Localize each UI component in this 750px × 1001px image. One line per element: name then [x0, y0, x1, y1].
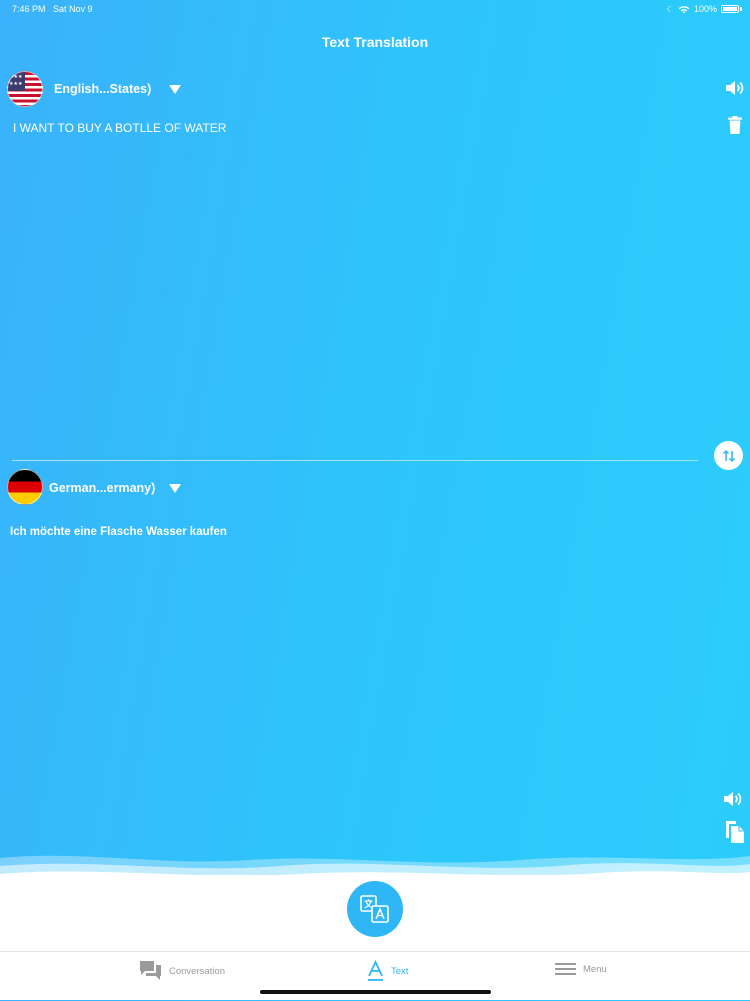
target-language-label[interactable]: German...ermany) — [49, 481, 155, 495]
source-language-dropdown-icon[interactable] — [169, 85, 181, 94]
page-title: Text Translation — [321, 34, 429, 50]
translated-text: Ich möchte eine Flasche Wasser kaufen — [10, 526, 227, 538]
target-language-dropdown-icon[interactable] — [169, 484, 181, 493]
status-time: 7:46 PM Sat Nov 9 — [12, 4, 93, 14]
tab-conversation-label: Conversation — [169, 965, 225, 977]
home-indicator — [260, 990, 491, 994]
tab-menu[interactable]: Menu — [555, 960, 607, 978]
source-speaker-icon[interactable] — [725, 79, 745, 97]
section-divider — [12, 460, 698, 461]
tab-text[interactable]: Text — [367, 960, 408, 982]
target-speaker-icon[interactable] — [723, 790, 743, 808]
germany-flag-icon[interactable] — [7, 469, 43, 505]
battery-percent: 100% — [693, 4, 717, 14]
delete-trash-icon[interactable] — [727, 116, 743, 134]
tab-conversation[interactable]: Conversation — [139, 960, 225, 982]
source-text-input[interactable]: I WANT TO BUY A BOTLLE OF WATER — [13, 121, 226, 135]
wifi-icon — [678, 5, 690, 13]
status-date: Sat Nov 9 — [53, 4, 93, 14]
translate-button[interactable] — [347, 881, 403, 937]
source-language-label[interactable]: English...States) — [54, 82, 151, 96]
swap-arrows-icon — [722, 449, 735, 462]
moon-icon: ☾ — [666, 4, 674, 14]
swap-languages-button[interactable] — [714, 441, 743, 470]
hamburger-menu-icon — [555, 963, 576, 975]
us-flag-icon[interactable] — [7, 71, 43, 107]
tab-text-label: Text — [391, 965, 409, 977]
status-bar: 7:46 PM Sat Nov 9 ☾ 100% — [0, 0, 750, 18]
tab-menu-label: Menu — [583, 963, 607, 975]
status-indicators: ☾ 100% — [667, 4, 742, 14]
translate-icon — [360, 895, 389, 923]
status-clock: 7:46 PM — [12, 4, 46, 14]
copy-icon[interactable] — [725, 821, 745, 843]
battery-cap — [740, 7, 742, 11]
battery-icon — [721, 5, 739, 13]
chat-bubbles-icon — [140, 961, 161, 980]
text-a-icon — [368, 960, 383, 981]
